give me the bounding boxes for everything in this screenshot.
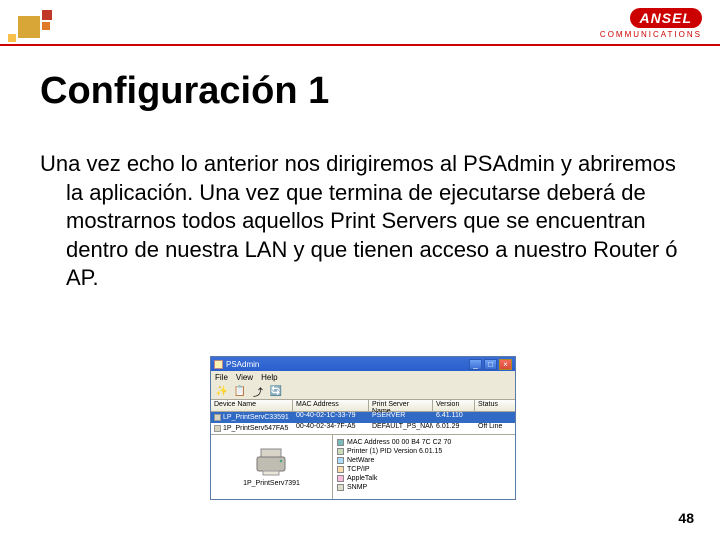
brand-logo: ANSEL: [630, 8, 702, 28]
wizard-icon[interactable]: ✨: [215, 384, 229, 398]
table-body: LP_PrintServC33591 00-40-02-1C-33-79 PSE…: [211, 412, 515, 434]
minimize-button[interactable]: _: [469, 359, 482, 370]
printer-icon: [214, 414, 221, 421]
detail-row: MAC Address 00 00 B4 7C C2 70: [337, 438, 511, 447]
close-button[interactable]: ×: [499, 359, 512, 370]
tcpip-icon: [337, 466, 344, 473]
column-headers: Device Name MAC Address Print Server Nam…: [211, 399, 515, 412]
table-row[interactable]: 1P_PrintServ547FA5 00-40-02-34-7F-A5 DEF…: [211, 423, 515, 434]
detail-row: Printer (1) PID Version 6.01.15: [337, 447, 511, 456]
titlebar[interactable]: PSAdmin _ □ ×: [211, 357, 515, 371]
detail-row: SNMP: [337, 483, 511, 492]
menu-file[interactable]: File: [215, 373, 228, 382]
psadmin-window: PSAdmin _ □ × File View Help ✨ 📋 ⤴ 🔄 Dev…: [210, 356, 516, 500]
detail-left: 1P_PrintServ7391: [211, 435, 333, 499]
menu-view[interactable]: View: [236, 373, 253, 382]
upload-icon[interactable]: ⤴: [251, 384, 265, 398]
page-title: Configuración 1: [40, 70, 329, 113]
refresh-icon[interactable]: 🔄: [269, 384, 283, 398]
col-version[interactable]: Version: [433, 400, 475, 411]
menu-help[interactable]: Help: [261, 373, 277, 382]
printer-icon: [337, 448, 344, 455]
menubar: File View Help: [211, 371, 515, 383]
app-icon: [214, 360, 223, 369]
brand-subtitle: COMMUNICATIONS: [600, 30, 702, 39]
netware-icon: [337, 457, 344, 464]
appletalk-icon: [337, 475, 344, 482]
col-status[interactable]: Status: [475, 400, 515, 411]
table-row[interactable]: LP_PrintServC33591 00-40-02-1C-33-79 PSE…: [211, 412, 515, 423]
window-title: PSAdmin: [226, 360, 467, 369]
properties-icon[interactable]: 📋: [233, 384, 247, 398]
body-text: Una vez echo lo anterior nos dirigiremos…: [40, 150, 680, 293]
maximize-button[interactable]: □: [484, 359, 497, 370]
printer-large-icon: [255, 447, 289, 477]
detail-row: NetWare: [337, 456, 511, 465]
page-number: 48: [678, 510, 694, 526]
col-device[interactable]: Device Name: [211, 400, 293, 411]
detail-right: MAC Address 00 00 B4 7C C2 70 Printer (1…: [333, 435, 515, 499]
col-ps[interactable]: Print Server Name: [369, 400, 433, 411]
detail-row: AppleTalk: [337, 474, 511, 483]
col-mac[interactable]: MAC Address: [293, 400, 369, 411]
detail-row: TCP/IP: [337, 465, 511, 474]
printer-icon: [214, 425, 221, 432]
body-paragraph: Una vez echo lo anterior nos dirigiremos…: [40, 150, 680, 293]
mac-icon: [337, 439, 344, 446]
header-divider: [0, 44, 720, 46]
detail-device-label: 1P_PrintServ7391: [243, 480, 300, 487]
brand: ANSEL COMMUNICATIONS: [600, 8, 702, 39]
detail-pane: 1P_PrintServ7391 MAC Address 00 00 B4 7C…: [211, 434, 515, 499]
snmp-icon: [337, 484, 344, 491]
toolbar: ✨ 📋 ⤴ 🔄: [211, 383, 515, 399]
